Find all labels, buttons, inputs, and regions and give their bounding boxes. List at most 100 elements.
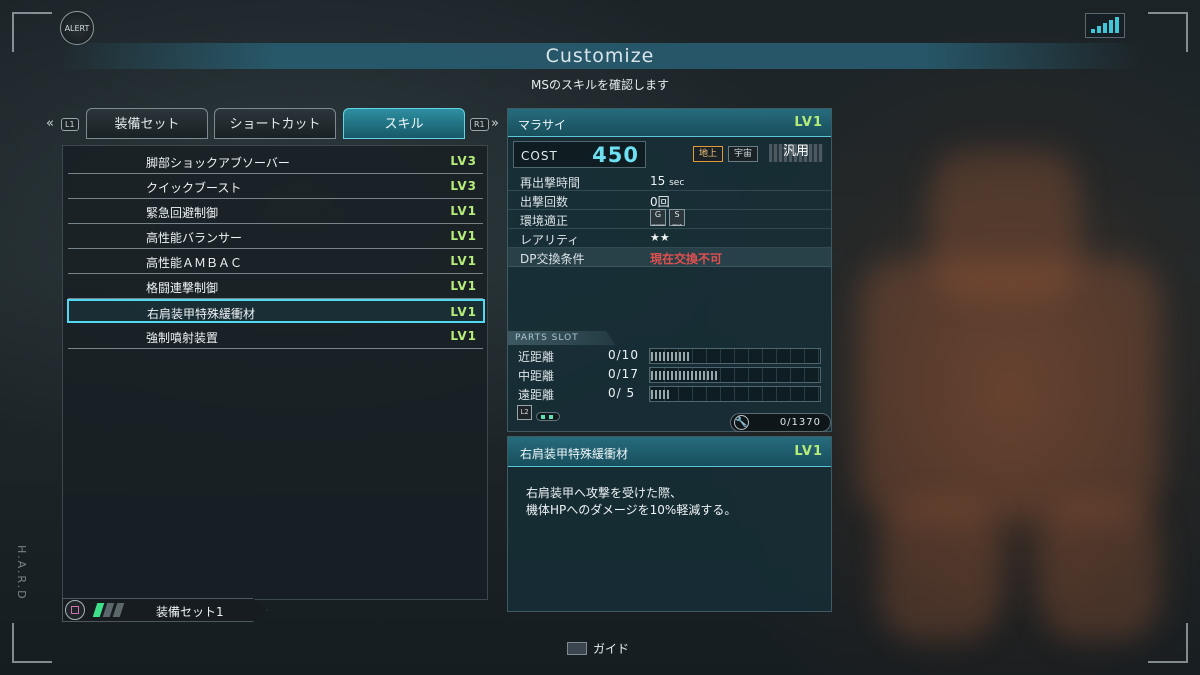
wrench-icon: 🔧	[734, 415, 749, 430]
skill-name: 高性能バランサー	[146, 231, 243, 245]
skill-level: LV1	[450, 204, 477, 218]
square-button-icon	[65, 600, 85, 620]
env-tag-general: 汎用	[769, 144, 823, 162]
custom-points-value: 0/1370	[779, 417, 821, 428]
frame-corner-tr	[1148, 12, 1188, 52]
slot-fill	[651, 371, 718, 380]
slot-capacity-bar	[649, 348, 821, 364]
skill-row[interactable]: 緊急回避制御 LV1	[68, 200, 483, 224]
guide-button[interactable]: ガイド	[567, 640, 629, 657]
parts-slot-label: PARTS SLOT	[507, 331, 615, 345]
slot-fill	[651, 352, 691, 361]
info-label: 出撃回数	[520, 195, 569, 209]
alert-badge: ALERT	[60, 11, 94, 45]
slot-label: 中距離	[518, 369, 555, 383]
slot-label: 遠距離	[518, 388, 555, 402]
skill-name: 脚部ショックアブソーバー	[146, 156, 290, 170]
skill-name: クイックブースト	[146, 181, 242, 195]
tab-equipment-set[interactable]: 装備セット	[86, 108, 208, 139]
info-value: 現在交換不可	[650, 252, 723, 266]
ms-name: マラサイ	[518, 118, 567, 132]
skill-detail-panel: 右肩装甲特殊緩衝材 LV1 右肩装甲へ攻撃を受けた際、 機体HPへのダメージを1…	[507, 436, 832, 612]
l1-button-hint: L1	[61, 118, 79, 131]
skill-detail-name: 右肩装甲特殊緩衝材	[520, 447, 629, 461]
info-row-rarity: レアリティ ★★	[508, 229, 831, 248]
skill-row-selected[interactable]: 右肩装甲特殊緩衝材 LV1	[67, 299, 485, 323]
skill-level: LV3	[450, 179, 477, 193]
r1-button-hint: R1	[470, 118, 489, 131]
background-mech-body	[860, 260, 1160, 520]
slot-value: 0/17	[608, 367, 639, 381]
skill-name: 格闘連撃制御	[146, 281, 219, 295]
tab-prev-arrow-icon[interactable]: «	[46, 116, 54, 131]
skill-detail-level: LV1	[794, 444, 823, 459]
info-label: レアリティ	[520, 233, 580, 247]
slot-fill	[651, 390, 672, 399]
custom-points-meter: 🔧 0/1370	[730, 413, 831, 432]
slot-capacity-bar	[649, 386, 821, 402]
skill-row[interactable]: 格闘連撃制御 LV1	[68, 275, 483, 299]
background-mech-leg-right	[1040, 500, 1160, 640]
skill-row[interactable]: 強制噴射装置 LV1	[68, 325, 483, 349]
skill-detail-header: 右肩装甲特殊緩衝材 LV1	[508, 437, 831, 467]
skill-row[interactable]: 脚部ショックアブソーバー LV3	[68, 150, 483, 174]
info-row-respawn: 再出撃時間 15 sec	[508, 172, 831, 191]
info-label: DP交換条件	[520, 252, 585, 266]
parts-slot-row: 近距離 0/10	[512, 346, 828, 365]
space-env-icon: S SPACE	[669, 209, 685, 227]
frame-corner-bl	[12, 623, 52, 663]
signal-strength-icon	[1085, 13, 1125, 38]
slot-value: 0/ 5	[608, 386, 636, 400]
frame-corner-tl	[12, 12, 52, 52]
skill-level: LV1	[450, 229, 477, 243]
info-value: 0回	[650, 195, 670, 209]
screen-title: Customize	[60, 43, 1140, 69]
l2-button-hint: L2	[517, 405, 532, 420]
info-label: 再出撃時間	[520, 176, 581, 190]
env-tag-space: 宇宙	[728, 146, 758, 162]
view-toggle[interactable]	[536, 412, 560, 421]
info-row-dp-exchange: DP交換条件 現在交換不可	[508, 248, 831, 267]
description-line: 機体HPへのダメージを10%軽減する。	[526, 503, 737, 517]
guide-label: ガイド	[593, 642, 630, 656]
watermark: H.A.R.D	[15, 545, 28, 601]
parts-slot-row: 中距離 0/17	[512, 365, 828, 384]
skill-detail-description: 右肩装甲へ攻撃を受けた際、 機体HPへのダメージを10%軽減する。	[526, 485, 736, 519]
skill-row[interactable]: 高性能バランサー LV1	[68, 225, 483, 249]
skill-level: LV1	[450, 254, 477, 268]
touchpad-button-icon	[567, 642, 587, 655]
skill-name: 緊急回避制御	[146, 206, 219, 220]
cost-box: COST 450	[513, 141, 646, 168]
skill-level: LV1	[450, 279, 477, 293]
equipment-set-label: 装備セット1	[156, 605, 224, 619]
slot-label: 近距離	[518, 350, 555, 364]
skill-name: 高性能ＡＭＢＡＣ	[146, 256, 243, 270]
tab-skill[interactable]: スキル	[343, 108, 465, 139]
frame-corner-br	[1148, 623, 1188, 663]
skill-level: LV3	[450, 154, 477, 168]
tab-shortcut[interactable]: ショートカット	[214, 108, 336, 139]
skill-name: 強制噴射装置	[146, 331, 219, 345]
skill-level: LV1	[450, 329, 477, 343]
skill-list-panel: 脚部ショックアブソーバー LV3 クイックブースト LV3 緊急回避制御 LV1…	[62, 145, 488, 600]
tab-next-arrow-icon[interactable]: »	[491, 116, 499, 131]
ms-header: マラサイ LV1	[508, 109, 831, 137]
slot-value: 0/10	[608, 348, 639, 362]
description-line: 右肩装甲へ攻撃を受けた際、	[526, 486, 683, 500]
rarity-stars-icon: ★★	[650, 231, 670, 244]
skill-level: LV1	[450, 305, 477, 319]
info-label: 環境適正	[520, 214, 569, 228]
skill-row[interactable]: 高性能ＡＭＢＡＣ LV1	[68, 250, 483, 274]
env-tag-ground: 地上	[693, 146, 723, 162]
screen-subtitle: MSのスキルを確認します	[531, 78, 669, 92]
parts-slot-row: 遠距離 0/ 5	[512, 384, 828, 403]
cost-label: COST	[521, 149, 558, 163]
info-row-sorties: 出撃回数 0回	[508, 191, 831, 210]
info-value: 15 sec	[650, 174, 685, 188]
game-screen: ALERT Customize MSのスキルを確認します « L1 装備セット …	[0, 0, 1200, 675]
ground-env-icon: G GROUND	[650, 209, 666, 227]
cost-value: 450	[592, 143, 639, 167]
skill-row[interactable]: クイックブースト LV3	[68, 175, 483, 199]
background-mech-leg-left	[880, 500, 1000, 640]
slot-capacity-bar	[649, 367, 821, 383]
